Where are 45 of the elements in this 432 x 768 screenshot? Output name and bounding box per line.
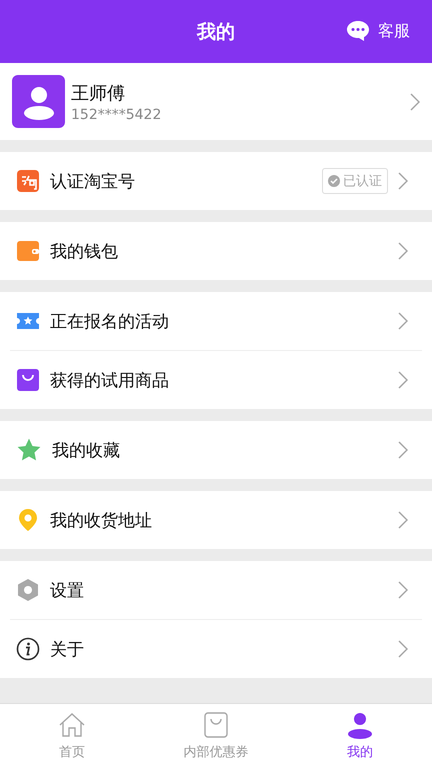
chevron-icon: [398, 312, 408, 330]
menu-item[interactable]: 关于: [10, 619, 422, 678]
chevron-icon: [398, 172, 408, 190]
menu-item[interactable]: 我的收货地址: [0, 491, 422, 549]
home-icon: [58, 711, 86, 739]
menu-item[interactable]: 我的收藏: [0, 421, 422, 479]
chevron-icon: [398, 242, 408, 260]
customer-service-button[interactable]: 客服: [346, 20, 410, 42]
location-pin-icon: [16, 508, 40, 532]
chevron-icon: [398, 511, 408, 529]
settings-icon: [16, 578, 40, 602]
page-title: 我的: [197, 20, 235, 44]
star-icon: [16, 437, 42, 463]
chevron-icon: [398, 581, 408, 599]
bag-icon: [16, 368, 40, 392]
info-icon: [16, 637, 40, 661]
menu-label: 关于: [50, 638, 85, 660]
menu-label: 我的收藏: [52, 440, 121, 462]
menu-item[interactable]: 设置: [0, 561, 422, 619]
chat-bubble-icon: [346, 20, 370, 42]
menu-item[interactable]: 我的钱包: [0, 222, 422, 280]
menu-label: 我的钱包: [50, 240, 119, 262]
menu-item[interactable]: 认证淘宝号 已认证: [0, 152, 422, 210]
badge-text: 已认证: [343, 173, 382, 190]
shopping-bag-icon: [202, 711, 230, 739]
menu-label: 正在报名的活动: [50, 310, 170, 332]
avatar: [12, 75, 65, 128]
wallet-icon: [16, 239, 40, 263]
chevron-icon: [398, 640, 408, 658]
menu-item[interactable]: 正在报名的活动: [0, 292, 422, 350]
chevron-icon: [398, 441, 408, 459]
menu-label: 认证淘宝号: [50, 170, 136, 192]
chevron-icon: [410, 92, 420, 110]
menu-item[interactable]: 获得的试用商品: [10, 350, 422, 409]
phone-number: 152****5422: [71, 106, 162, 122]
tab[interactable]: 我的: [288, 704, 432, 768]
profile-card[interactable]: 王师傅 152****5422: [0, 63, 432, 140]
taobao-icon: [16, 169, 40, 193]
menu-label: 我的收货地址: [50, 510, 153, 532]
chevron-icon: [398, 371, 408, 389]
person-icon: [346, 711, 374, 739]
user-name: 王师傅: [71, 82, 126, 104]
menu-label: 获得的试用商品: [50, 370, 170, 392]
menu-label: 设置: [50, 580, 85, 602]
check-icon: [328, 175, 340, 187]
